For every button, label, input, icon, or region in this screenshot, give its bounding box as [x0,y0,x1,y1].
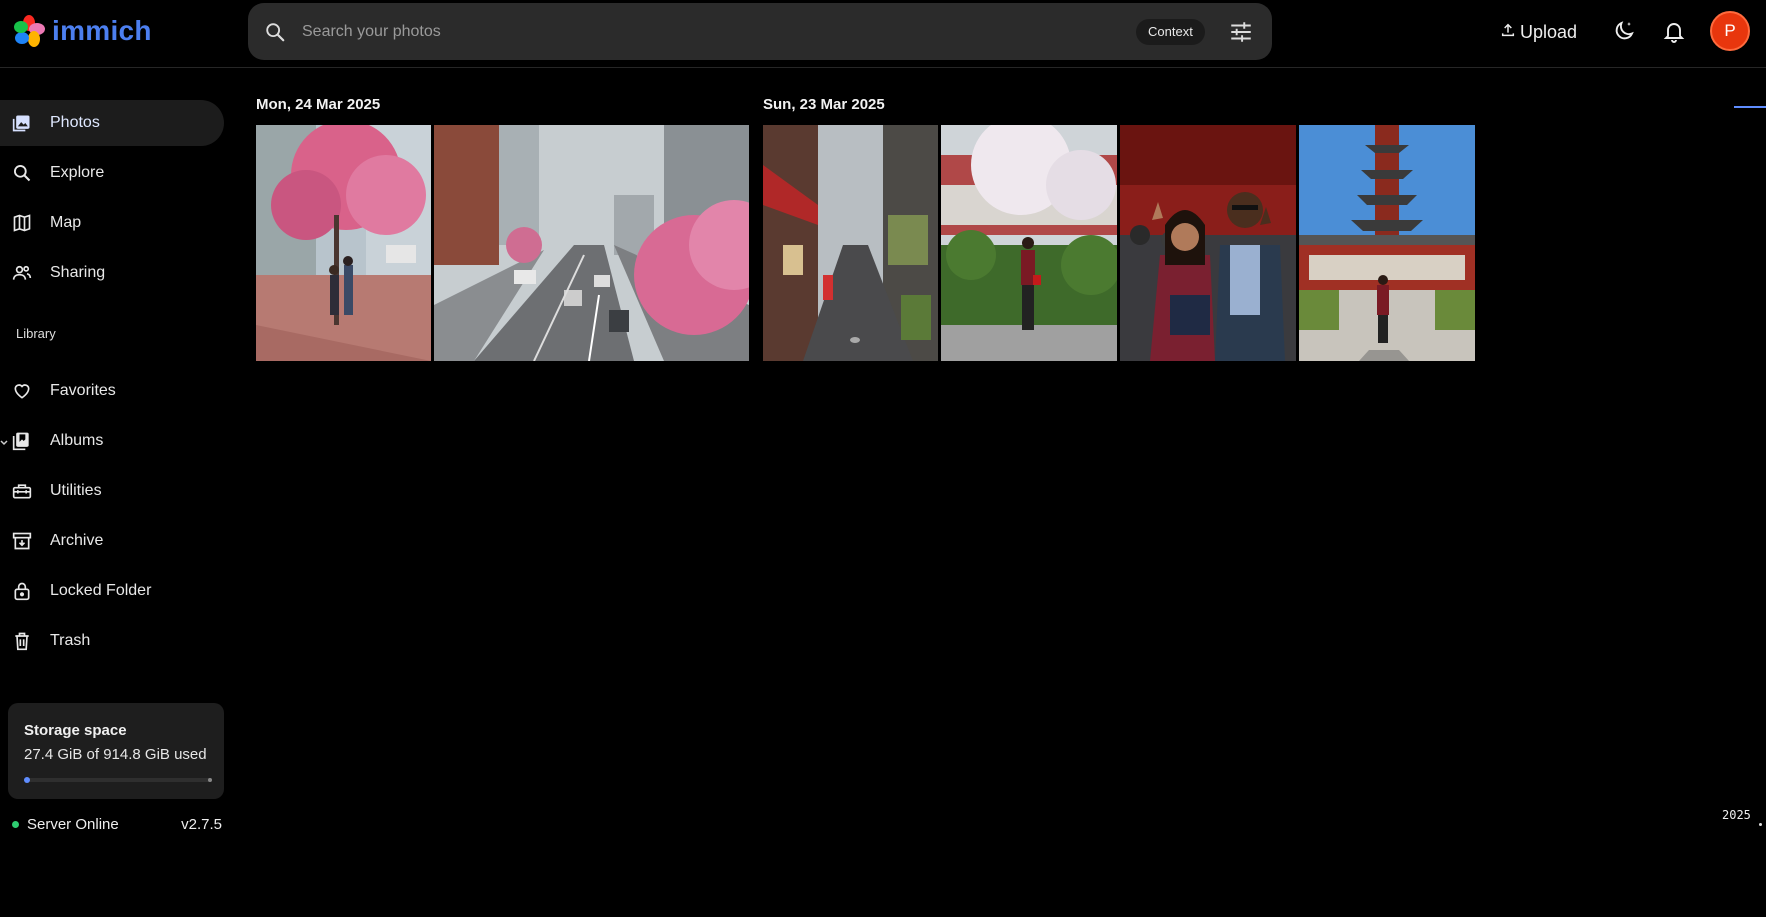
photo-thumbnail[interactable] [434,125,749,361]
search-input[interactable] [302,17,1062,47]
sidebar-item-label: Sharing [50,264,106,281]
search-icon[interactable] [264,21,286,48]
timeline-scrubber-indicator[interactable] [1734,106,1766,108]
top-bar: immich Context Upload P [0,0,1766,68]
chevron-down-icon[interactable] [0,435,8,446]
storage-bar [24,777,212,783]
map-icon [12,213,32,233]
sidebar-item-label: Archive [50,532,104,549]
tune-icon[interactable] [1228,19,1254,45]
sidebar-item-favorites[interactable]: Favorites [0,368,224,414]
server-status: Server Online v2.7.5 [12,814,222,836]
upload-button[interactable]: Upload [1500,18,1577,46]
avatar[interactable]: P [1710,11,1750,51]
server-version: v2.7.5 [181,816,222,833]
photo-thumbnail[interactable] [1299,125,1475,361]
photos-icon [12,113,32,133]
sidebar-item-label: Trash [50,632,91,649]
toolbox-icon [12,481,32,501]
storage-title: Storage space [24,722,127,739]
heart-icon [12,381,32,401]
sidebar-item-photos[interactable]: Photos [0,100,224,146]
lock-icon [12,581,32,601]
app-logo[interactable]: immich [12,14,152,48]
moon-icon[interactable] [1612,19,1638,45]
bell-icon[interactable] [1662,19,1688,45]
app-name: immich [52,15,152,46]
library-heading: Library [16,326,56,341]
sidebar-item-explore[interactable]: Explore [0,150,224,196]
timeline-scrubber-year[interactable]: 2025 [1722,808,1751,822]
photo-thumbnail[interactable] [1120,125,1296,361]
search-icon [12,163,32,183]
sidebar-item-utilities[interactable]: Utilities [0,468,224,514]
sidebar-item-label: Albums [50,432,104,449]
server-online-dot [12,821,19,828]
sidebar-item-label: Utilities [50,482,102,499]
people-icon [12,263,32,283]
date-group-title[interactable]: Mon, 24 Mar 2025 [256,96,380,113]
context-button[interactable]: Context [1136,19,1205,45]
sidebar-item-archive[interactable]: Archive [0,518,224,564]
storage-panel: Storage space 27.4 GiB of 914.8 GiB used [8,703,224,799]
sidebar-item-label: Explore [50,164,105,181]
sidebar-item-sharing[interactable]: Sharing [0,250,224,296]
date-group-title[interactable]: Sun, 23 Mar 2025 [763,96,885,113]
sidebar-item-label: Photos [50,114,100,131]
sidebar-item-trash[interactable]: Trash [0,618,224,664]
search-bar: Context [248,3,1272,60]
sidebar-item-map[interactable]: Map [0,200,224,246]
timeline: Mon, 24 Mar 2025 Sun, 23 Mar 2025 [240,69,1720,917]
photo-thumbnail[interactable] [941,125,1117,361]
storage-bar-end [208,778,212,782]
sidebar-item-label: Locked Folder [50,582,152,599]
immich-logo-icon [12,14,46,48]
sidebar-item-label: Favorites [50,382,116,399]
upload-label: Upload [1520,21,1578,42]
photo-thumbnail[interactable] [763,125,938,361]
photo-thumbnail[interactable] [256,125,431,361]
sidebar-item-locked-folder[interactable]: Locked Folder [0,568,224,614]
upload-icon [1500,22,1516,43]
storage-bar-fill [24,777,30,783]
timeline-scrubber-dot [1759,823,1762,826]
server-status-text: Server Online [27,816,119,833]
sidebar-item-albums[interactable]: Albums [0,418,224,464]
album-icon [12,431,32,451]
archive-icon [12,531,32,551]
sidebar-item-label: Map [50,214,82,231]
trash-icon [12,631,32,651]
storage-usage: 27.4 GiB of 914.8 GiB used [24,746,207,763]
